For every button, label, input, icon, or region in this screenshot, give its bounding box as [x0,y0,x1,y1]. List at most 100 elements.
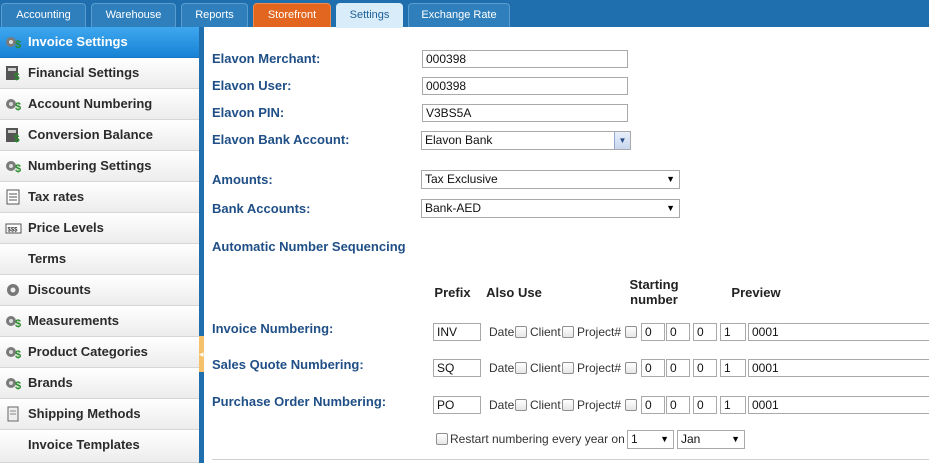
purchase-order-digit4-input[interactable]: 1 [720,396,746,414]
sales-quote-project-checkbox[interactable] [625,362,637,374]
purchase-order-date-checkbox[interactable] [515,399,527,411]
sidebar-item-label: Account Numbering [28,96,153,111]
sidebar-item-label: Discounts [28,282,91,297]
sidebar-item-label: Conversion Balance [28,127,153,142]
chevron-down-icon[interactable]: ▼ [614,132,630,149]
section-title: Automatic Number Sequencing [212,239,406,254]
tab-settings[interactable]: Settings [336,3,403,28]
document-icon [5,406,22,422]
elavon-pin-label: Elavon PIN: [212,105,285,120]
list-icon [5,189,22,205]
sales-quote-numbering-label: Sales Quote Numbering: [212,357,364,372]
purchase-order-digit1-input[interactable]: 0 [641,396,665,414]
sidebar-item-label: Price Levels [28,220,104,235]
sidebar-item-label: Invoice Settings [28,34,128,49]
invoice-digit3-input[interactable]: 0 [693,323,717,341]
sidebar-item-product-categories[interactable]: $ Product Categories [0,337,199,368]
sales-quote-digit1-input[interactable]: 0 [641,359,665,377]
sidebar-splitter[interactable] [199,27,204,463]
elavon-pin-input[interactable]: V3BS5A [422,104,628,122]
invoice-client-checkbox[interactable] [562,326,574,338]
chevron-down-icon: ▼ [731,434,740,444]
sales-quote-prefix-input[interactable]: SQ [433,359,481,377]
project-label: Project# [577,325,622,339]
amounts-value: Tax Exclusive [425,172,498,186]
tab-reports[interactable]: Reports [181,3,248,27]
sidebar-item-invoice-templates[interactable]: Invoice Templates [0,430,199,463]
elavon-user-input[interactable]: 000398 [422,77,628,95]
svg-text:$: $ [14,72,20,81]
dollar-gear-icon: $ [5,375,22,391]
purchase-order-digit3-input[interactable]: 0 [693,396,717,414]
dollar-gear-icon: $ [5,158,22,174]
svg-text:$: $ [15,349,21,360]
tab-storefront[interactable]: Storefront [253,3,331,27]
invoice-project-checkbox[interactable] [625,326,637,338]
sales-quote-client-checkbox[interactable] [562,362,574,374]
elavon-user-label: Elavon User: [212,78,292,93]
svg-text:$: $ [15,318,21,329]
elavon-merchant-input[interactable]: 000398 [422,50,628,68]
sales-quote-digit4-input[interactable]: 1 [720,359,746,377]
sidebar-item-tax-rates[interactable]: Tax rates [0,182,199,213]
tab-warehouse[interactable]: Warehouse [91,3,176,27]
section-divider [212,459,929,460]
dollar-gear-icon: $ [5,313,22,329]
elavon-bank-account-select[interactable]: Elavon Bank ▼ [421,131,631,150]
sidebar-item-financial-settings[interactable]: $ Financial Settings [0,58,199,89]
invoice-digit2-input[interactable]: 0 [666,323,690,341]
sidebar-item-measurements[interactable]: $ Measurements [0,306,199,337]
invoice-digit1-input[interactable]: 0 [641,323,665,341]
restart-numbering-label: Restart numbering every year on [450,432,625,446]
client-label: Client [530,398,561,412]
purchase-order-prefix-input[interactable]: PO [433,396,481,414]
restart-numbering-checkbox[interactable] [436,433,448,445]
svg-text:$: $ [15,101,21,112]
sales-quote-digit2-input[interactable]: 0 [666,359,690,377]
svg-text:$$$: $$$ [8,228,19,234]
sidebar-item-terms[interactable]: Terms [0,244,199,275]
sidebar-item-label: Numbering Settings [28,158,152,173]
price-tag-icon: $$$ [5,220,22,236]
elavon-merchant-label: Elavon Merchant: [212,51,321,66]
sales-quote-digit3-input[interactable]: 0 [693,359,717,377]
sales-quote-date-checkbox[interactable] [515,362,527,374]
bank-accounts-label: Bank Accounts: [212,201,311,216]
restart-day-select[interactable]: 1 ▼ [627,430,674,449]
sidebar-item-discounts[interactable]: Discounts [0,275,199,306]
sidebar-item-price-levels[interactable]: $$$ Price Levels [0,213,199,244]
col-also-use: Also Use [486,285,542,300]
purchase-order-digit2-input[interactable]: 0 [666,396,690,414]
collapse-arrow-icon: ◂ [199,349,204,359]
sidebar-item-invoice-settings[interactable]: $ Invoice Settings [0,27,199,58]
date-label: Date [489,325,515,339]
chevron-down-icon: ▼ [660,434,669,444]
amounts-select[interactable]: Tax Exclusive ▼ [421,170,680,189]
col-starting-line2: number [630,292,678,307]
tab-exchange-rate[interactable]: Exchange Rate [408,3,510,27]
date-label: Date [489,361,515,375]
sidebar-item-numbering-settings[interactable]: $ Numbering Settings [0,151,199,182]
sidebar-item-label: Shipping Methods [28,406,141,421]
bank-accounts-select[interactable]: Bank-AED ▼ [421,199,680,218]
sidebar-item-label: Product Categories [28,344,148,359]
purchase-order-numbering-label: Purchase Order Numbering: [212,394,387,409]
date-label: Date [489,398,515,412]
sidebar-item-label: Tax rates [28,189,85,204]
invoice-date-checkbox[interactable] [515,326,527,338]
dollar-gear-icon: $ [5,96,22,112]
project-label: Project# [577,361,622,375]
sidebar-item-label: Invoice Templates [28,437,140,452]
sidebar-item-shipping-methods[interactable]: Shipping Methods [0,399,199,430]
sidebar-item-conversion-balance[interactable]: $ Conversion Balance [0,120,199,151]
bank-accounts-value: Bank-AED [425,201,482,215]
chevron-down-icon: ▼ [666,174,675,184]
restart-month-select[interactable]: Jan ▼ [677,430,745,449]
tab-accounting[interactable]: Accounting [1,3,86,27]
sidebar-item-account-numbering[interactable]: $ Account Numbering [0,89,199,120]
sidebar-item-brands[interactable]: $ Brands [0,368,199,399]
invoice-digit4-input[interactable]: 1 [720,323,746,341]
invoice-prefix-input[interactable]: INV [433,323,481,341]
purchase-order-client-checkbox[interactable] [562,399,574,411]
purchase-order-project-checkbox[interactable] [625,399,637,411]
